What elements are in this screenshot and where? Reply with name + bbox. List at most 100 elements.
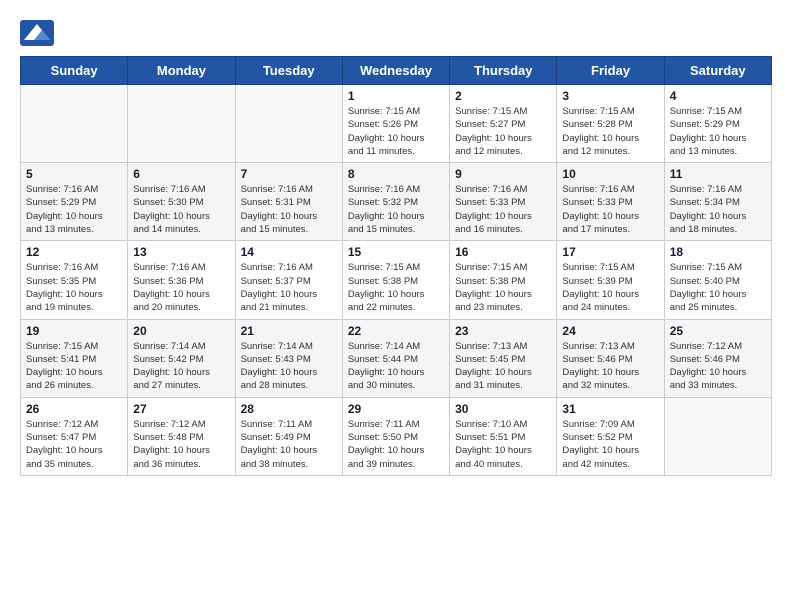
day-number: 19 (26, 324, 122, 338)
calendar-cell: 18 Sunrise: 7:15 AMSunset: 5:40 PMDayligh… (664, 241, 771, 319)
day-info: Sunrise: 7:15 AMSunset: 5:27 PMDaylight:… (455, 105, 551, 158)
weekday-header-row: SundayMondayTuesdayWednesdayThursdayFrid… (21, 57, 772, 85)
day-number: 2 (455, 89, 551, 103)
calendar-cell: 24Sunrise: 7:13 AMSunset: 5:46 PMDayligh… (557, 319, 664, 397)
day-number: 1 (348, 89, 444, 103)
calendar-cell: 19 Sunrise: 7:15 AMSunset: 5:41 PMDayligh… (21, 319, 128, 397)
day-number: 24 (562, 324, 658, 338)
calendar-cell: 2 Sunrise: 7:15 AMSunset: 5:27 PMDaylight… (450, 85, 557, 163)
day-info: Sunrise: 7:15 AMSunset: 5:38 PMDaylight:… (455, 261, 551, 314)
calendar-cell: 14 Sunrise: 7:16 AMSunset: 5:37 PMDayligh… (235, 241, 342, 319)
day-info: Sunrise: 7:12 AMSunset: 5:48 PMDaylight:… (133, 418, 229, 471)
logo-icon (20, 20, 54, 46)
day-number: 8 (348, 167, 444, 181)
day-info: Sunrise: 7:09 AMSunset: 5:52 PMDaylight:… (562, 418, 658, 471)
day-number: 9 (455, 167, 551, 181)
day-number: 30 (455, 402, 551, 416)
day-number: 31 (562, 402, 658, 416)
logo (20, 20, 58, 46)
calendar-cell: 6 Sunrise: 7:16 AMSunset: 5:30 PMDaylight… (128, 163, 235, 241)
calendar-cell: 22 Sunrise: 7:14 AMSunset: 5:44 PMDayligh… (342, 319, 449, 397)
weekday-header-wednesday: Wednesday (342, 57, 449, 85)
calendar-cell: 12Sunrise: 7:16 AMSunset: 5:35 PMDayligh… (21, 241, 128, 319)
calendar-cell: 5Sunrise: 7:16 AMSunset: 5:29 PMDaylight… (21, 163, 128, 241)
day-number: 27 (133, 402, 229, 416)
day-info: Sunrise: 7:16 AMSunset: 5:30 PMDaylight:… (133, 183, 229, 236)
day-info: Sunrise: 7:16 AMSunset: 5:32 PMDaylight:… (348, 183, 444, 236)
calendar-cell: 13Sunrise: 7:16 AMSunset: 5:36 PMDayligh… (128, 241, 235, 319)
calendar-cell: 31 Sunrise: 7:09 AMSunset: 5:52 PMDayligh… (557, 397, 664, 475)
day-number: 28 (241, 402, 337, 416)
weekday-header-monday: Monday (128, 57, 235, 85)
calendar-cell: 1Sunrise: 7:15 AMSunset: 5:26 PMDaylight… (342, 85, 449, 163)
calendar-cell (664, 397, 771, 475)
day-info: Sunrise: 7:12 AMSunset: 5:47 PMDaylight:… (26, 418, 122, 471)
day-number: 11 (670, 167, 766, 181)
calendar-cell: 15Sunrise: 7:15 AMSunset: 5:38 PMDayligh… (342, 241, 449, 319)
day-number: 16 (455, 245, 551, 259)
day-info: Sunrise: 7:15 AMSunset: 5:39 PMDaylight:… (562, 261, 658, 314)
day-info: Sunrise: 7:14 AMSunset: 5:42 PMDaylight:… (133, 340, 229, 393)
calendar-cell: 7 Sunrise: 7:16 AMSunset: 5:31 PMDaylight… (235, 163, 342, 241)
calendar-cell: 20 Sunrise: 7:14 AMSunset: 5:42 PMDayligh… (128, 319, 235, 397)
weekday-header-saturday: Saturday (664, 57, 771, 85)
day-info: Sunrise: 7:16 AMSunset: 5:33 PMDaylight:… (562, 183, 658, 236)
calendar-cell (235, 85, 342, 163)
day-info: Sunrise: 7:15 AMSunset: 5:41 PMDaylight:… (26, 340, 122, 393)
day-info: Sunrise: 7:13 AMSunset: 5:45 PMDaylight:… (455, 340, 551, 393)
weekday-header-thursday: Thursday (450, 57, 557, 85)
calendar-cell: 17 Sunrise: 7:15 AMSunset: 5:39 PMDayligh… (557, 241, 664, 319)
calendar-cell: 26 Sunrise: 7:12 AMSunset: 5:47 PMDayligh… (21, 397, 128, 475)
weekday-header-tuesday: Tuesday (235, 57, 342, 85)
day-number: 23 (455, 324, 551, 338)
day-number: 14 (241, 245, 337, 259)
day-number: 18 (670, 245, 766, 259)
calendar-cell: 11 Sunrise: 7:16 AMSunset: 5:34 PMDayligh… (664, 163, 771, 241)
calendar-cell: 21 Sunrise: 7:14 AMSunset: 5:43 PMDayligh… (235, 319, 342, 397)
day-number: 20 (133, 324, 229, 338)
calendar-cell: 28 Sunrise: 7:11 AMSunset: 5:49 PMDayligh… (235, 397, 342, 475)
day-number: 29 (348, 402, 444, 416)
day-info: Sunrise: 7:16 AMSunset: 5:37 PMDaylight:… (241, 261, 337, 314)
calendar-cell: 23 Sunrise: 7:13 AMSunset: 5:45 PMDayligh… (450, 319, 557, 397)
day-info: Sunrise: 7:16 AMSunset: 5:35 PMDaylight:… (26, 261, 122, 314)
day-info: Sunrise: 7:15 AMSunset: 5:38 PMDaylight:… (348, 261, 444, 314)
day-info: Sunrise: 7:14 AMSunset: 5:43 PMDaylight:… (241, 340, 337, 393)
day-info: Sunrise: 7:12 AMSunset: 5:46 PMDaylight:… (670, 340, 766, 393)
day-number: 6 (133, 167, 229, 181)
calendar-week-1: 1Sunrise: 7:15 AMSunset: 5:26 PMDaylight… (21, 85, 772, 163)
day-number: 21 (241, 324, 337, 338)
day-info: Sunrise: 7:11 AMSunset: 5:49 PMDaylight:… (241, 418, 337, 471)
day-info: Sunrise: 7:15 AMSunset: 5:28 PMDaylight:… (562, 105, 658, 158)
calendar-cell: 8 Sunrise: 7:16 AMSunset: 5:32 PMDaylight… (342, 163, 449, 241)
day-info: Sunrise: 7:16 AMSunset: 5:36 PMDaylight:… (133, 261, 229, 314)
day-info: Sunrise: 7:16 AMSunset: 5:31 PMDaylight:… (241, 183, 337, 236)
day-info: Sunrise: 7:14 AMSunset: 5:44 PMDaylight:… (348, 340, 444, 393)
day-number: 7 (241, 167, 337, 181)
calendar-cell: 25 Sunrise: 7:12 AMSunset: 5:46 PMDayligh… (664, 319, 771, 397)
calendar-cell (21, 85, 128, 163)
calendar-cell: 9 Sunrise: 7:16 AMSunset: 5:33 PMDaylight… (450, 163, 557, 241)
day-info: Sunrise: 7:11 AMSunset: 5:50 PMDaylight:… (348, 418, 444, 471)
calendar-week-3: 12Sunrise: 7:16 AMSunset: 5:35 PMDayligh… (21, 241, 772, 319)
calendar-cell: 3 Sunrise: 7:15 AMSunset: 5:28 PMDaylight… (557, 85, 664, 163)
day-number: 22 (348, 324, 444, 338)
calendar-week-5: 26 Sunrise: 7:12 AMSunset: 5:47 PMDayligh… (21, 397, 772, 475)
day-info: Sunrise: 7:16 AMSunset: 5:29 PMDaylight:… (26, 183, 122, 236)
day-info: Sunrise: 7:16 AMSunset: 5:33 PMDaylight:… (455, 183, 551, 236)
calendar-cell: 10 Sunrise: 7:16 AMSunset: 5:33 PMDayligh… (557, 163, 664, 241)
day-number: 25 (670, 324, 766, 338)
day-number: 26 (26, 402, 122, 416)
day-info: Sunrise: 7:15 AMSunset: 5:40 PMDaylight:… (670, 261, 766, 314)
calendar-cell: 16 Sunrise: 7:15 AMSunset: 5:38 PMDayligh… (450, 241, 557, 319)
day-number: 10 (562, 167, 658, 181)
day-number: 3 (562, 89, 658, 103)
day-number: 17 (562, 245, 658, 259)
calendar-body: 1Sunrise: 7:15 AMSunset: 5:26 PMDaylight… (21, 85, 772, 476)
calendar-week-4: 19 Sunrise: 7:15 AMSunset: 5:41 PMDayligh… (21, 319, 772, 397)
page-header (20, 20, 772, 46)
weekday-header-friday: Friday (557, 57, 664, 85)
day-info: Sunrise: 7:16 AMSunset: 5:34 PMDaylight:… (670, 183, 766, 236)
calendar-cell: 27 Sunrise: 7:12 AMSunset: 5:48 PMDayligh… (128, 397, 235, 475)
calendar-cell: 30Sunrise: 7:10 AMSunset: 5:51 PMDayligh… (450, 397, 557, 475)
